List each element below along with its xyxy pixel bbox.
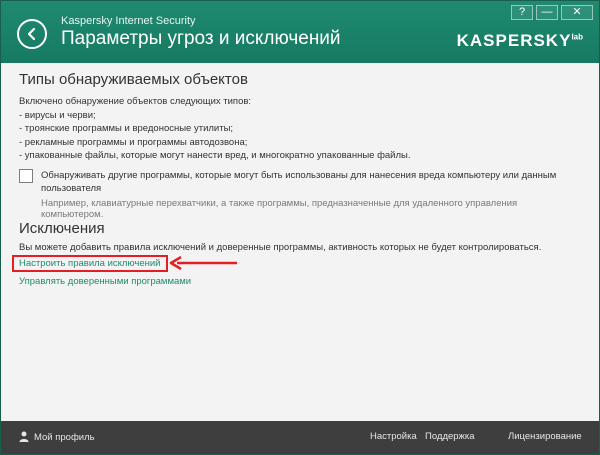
page-title: Параметры угроз и исключений [61, 28, 341, 49]
other-programs-checkbox[interactable] [19, 169, 33, 183]
settings-link[interactable]: Настройка [370, 431, 417, 442]
my-profile-label: Мой профиль [34, 432, 95, 443]
arrow-left-icon [27, 27, 36, 41]
close-button[interactable]: ✕ [561, 5, 593, 20]
configure-exclusions-link[interactable]: Настроить правила исключений [19, 258, 160, 269]
kaspersky-logo: KASPERSKYlab [457, 31, 583, 51]
detected-objects-intro: Включено обнаружение объектов следующих … [19, 96, 252, 107]
list-item: - рекламные программы и программы автодо… [19, 136, 248, 148]
red-arrow-icon [169, 256, 237, 270]
licensing-link[interactable]: Лицензирование [508, 431, 582, 442]
user-icon [19, 431, 29, 442]
my-profile-link[interactable]: Мой профиль [19, 431, 95, 443]
exclusions-description: Вы можете добавить правила исключений и … [19, 242, 542, 253]
detected-objects-description: Включено обнаружение объектов следующих … [19, 95, 579, 163]
app-name: Kaspersky Internet Security [61, 15, 196, 27]
manage-trusted-programs-link[interactable]: Управлять доверенными программами [19, 276, 191, 287]
help-button[interactable]: ? [511, 5, 533, 20]
app-window: Kaspersky Internet Security Параметры уг… [0, 0, 600, 455]
list-item: - вирусы и черви; [19, 109, 96, 121]
list-item: - троянские программы и вредоносные утил… [19, 123, 234, 134]
logo-suffix: lab [571, 32, 583, 42]
back-button[interactable] [17, 19, 47, 49]
other-programs-hint: Например, клавиатурные перехватчики, а т… [41, 198, 518, 220]
title-bar: Kaspersky Internet Security Параметры уг… [1, 1, 599, 63]
section-title-detected-objects: Типы обнаруживаемых объектов [19, 71, 248, 88]
other-programs-label[interactable]: Обнаруживать другие программы, которые м… [41, 169, 581, 195]
window-controls: ? — ✕ [511, 5, 593, 20]
section-title-exclusions: Исключения [19, 220, 105, 237]
logo-text: KASPERSKY [456, 31, 572, 50]
support-link[interactable]: Поддержка [425, 431, 475, 442]
footer-bar: Мой профиль Настройка Поддержка Лицензир… [1, 421, 599, 454]
minimize-button[interactable]: — [536, 5, 558, 20]
list-item: - упакованные файлы, которые могут нанес… [19, 150, 411, 161]
main-content: Типы обнаруживаемых объектов Включено об… [1, 63, 599, 421]
